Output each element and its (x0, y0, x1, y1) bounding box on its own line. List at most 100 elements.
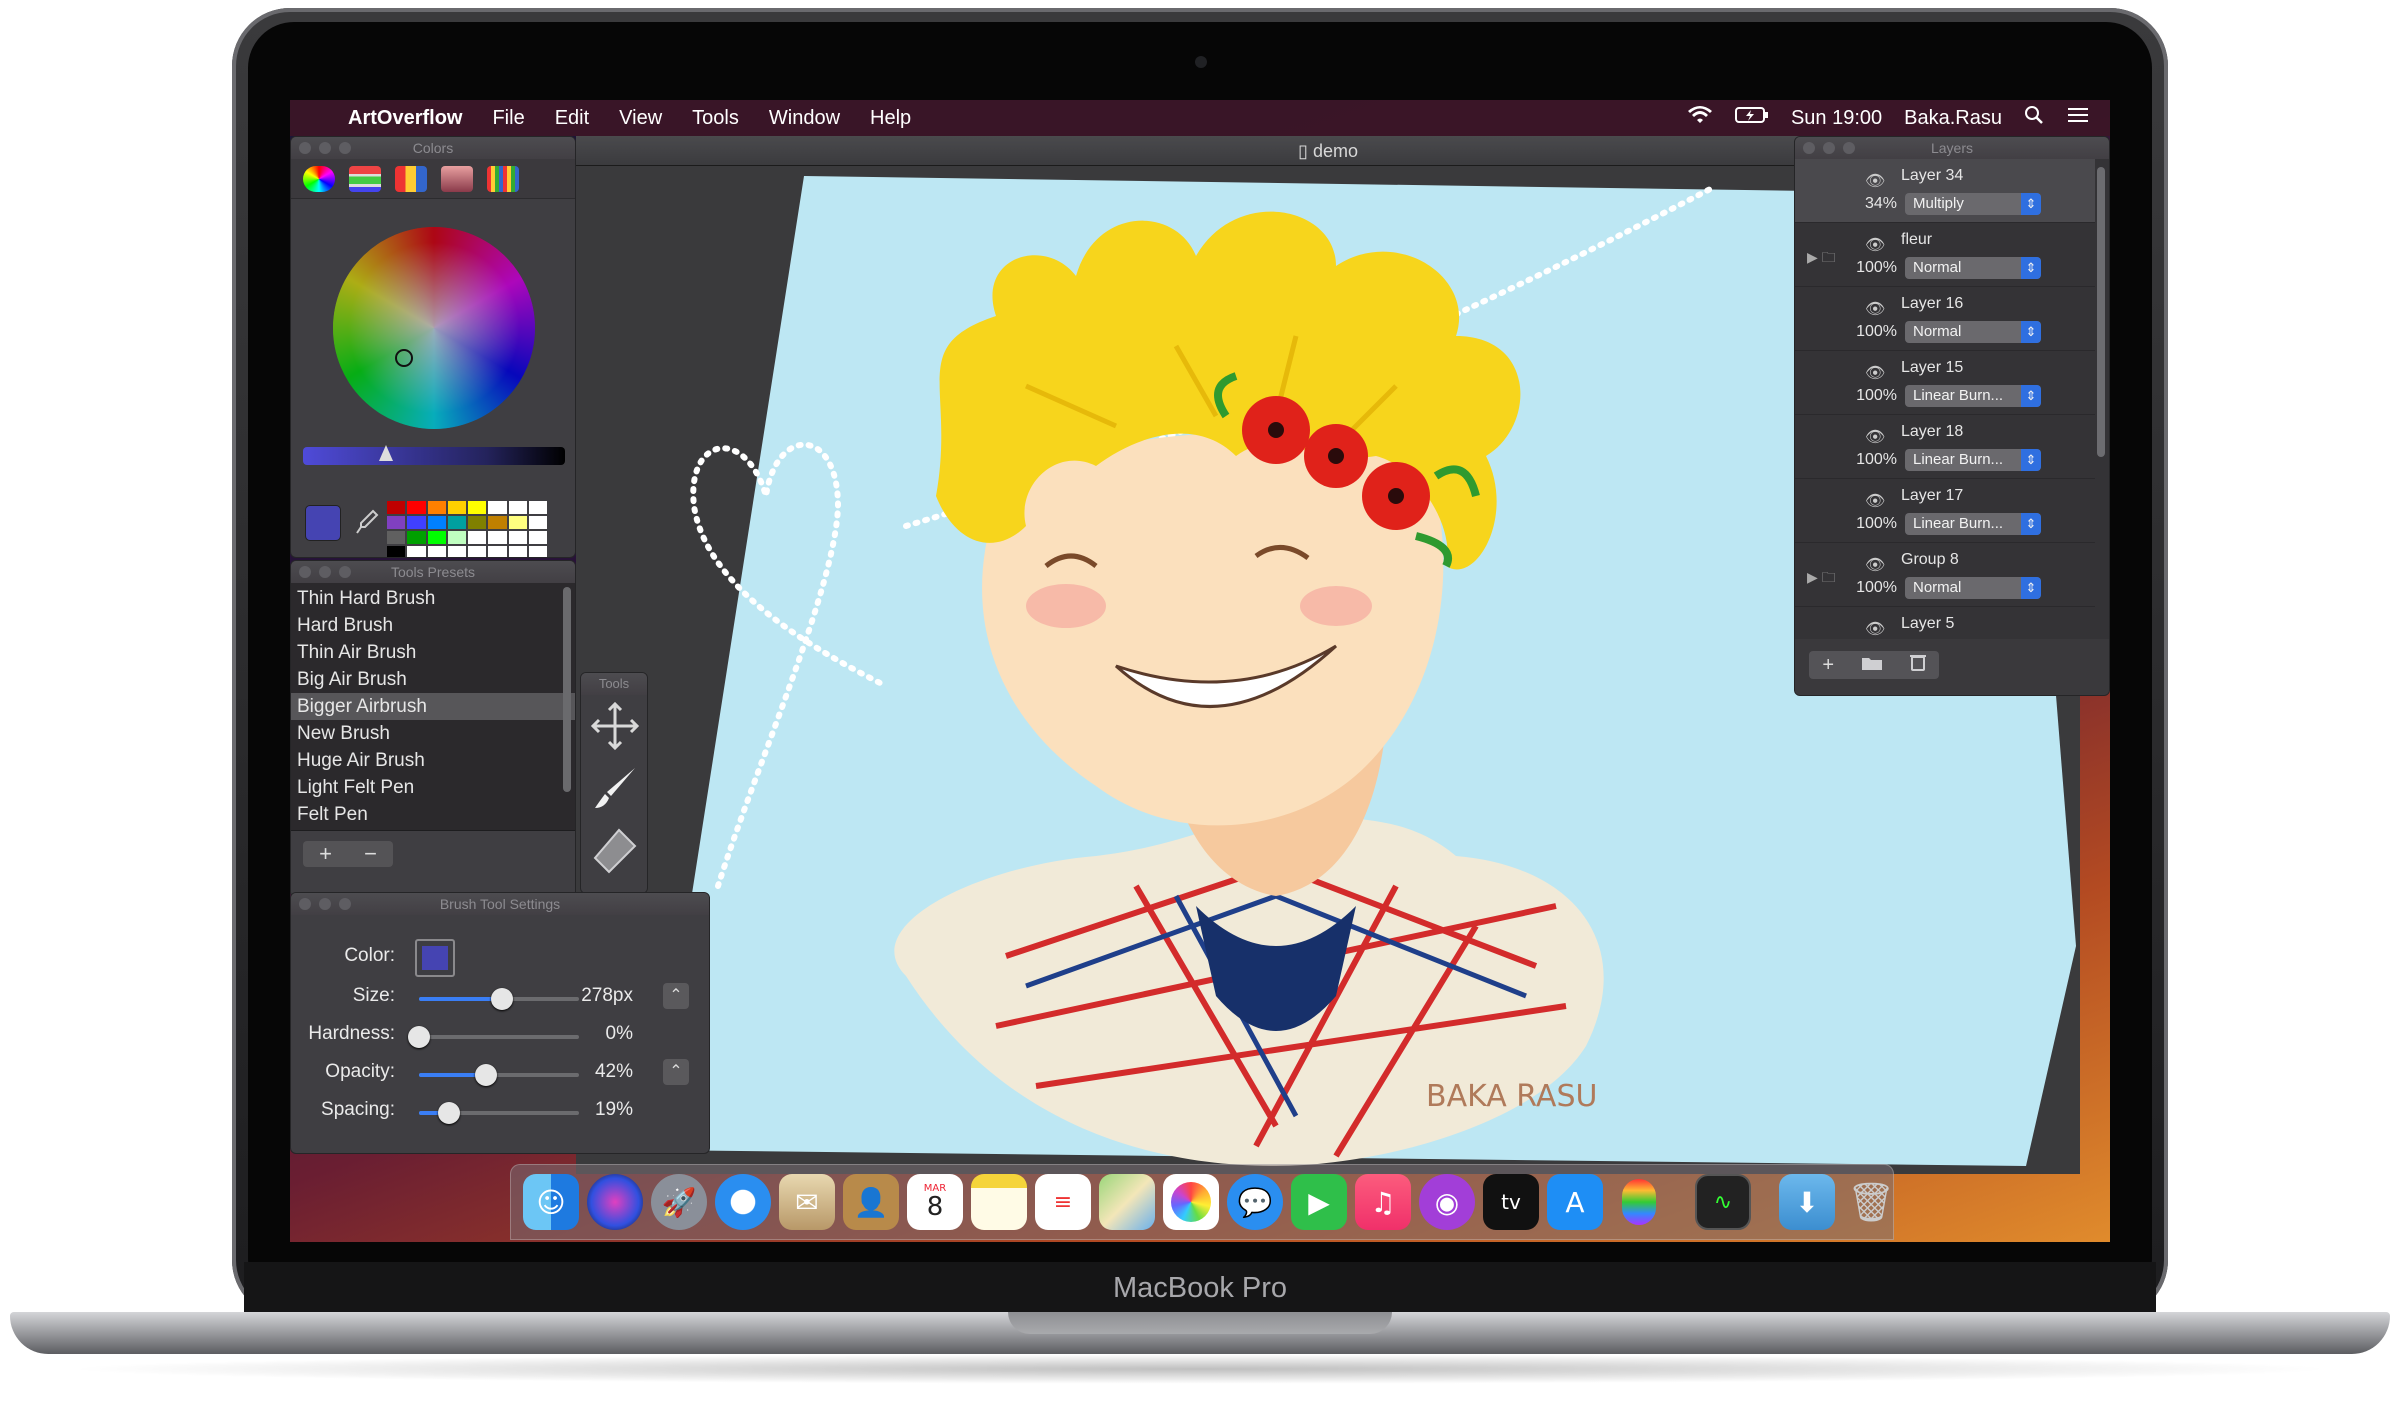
palette-swatch[interactable] (427, 546, 446, 557)
zoom-icon[interactable] (339, 566, 351, 578)
palette-swatch[interactable] (528, 546, 547, 557)
trash-icon[interactable] (1909, 653, 1926, 677)
palette-swatch[interactable] (508, 531, 527, 544)
brush-panel-header[interactable]: Brush Tool Settings (291, 893, 709, 915)
brush-settings-panel[interactable]: Brush Tool Settings Color: Size: 278px ⌃… (290, 892, 710, 1154)
visibility-eye-icon[interactable]: 👁 (1865, 491, 1885, 511)
zoom-icon[interactable] (339, 898, 351, 910)
tools-panel[interactable]: Tools (580, 672, 648, 894)
palette-swatch[interactable] (387, 546, 406, 557)
brush-tool[interactable] (581, 757, 647, 819)
presets-scrollbar[interactable] (563, 587, 571, 792)
hardness-slider-knob[interactable] (408, 1026, 430, 1048)
palette-swatch[interactable] (407, 546, 426, 557)
maps-icon[interactable] (1099, 1174, 1155, 1230)
control-center-icon[interactable] (2066, 105, 2090, 131)
close-icon[interactable] (299, 142, 311, 154)
current-color-swatch[interactable] (305, 505, 341, 541)
visibility-eye-icon[interactable]: 👁 (1865, 555, 1885, 575)
layers-scrollbar[interactable] (2097, 167, 2105, 457)
zoom-icon[interactable] (339, 142, 351, 154)
contacts-icon[interactable]: 👤 (843, 1174, 899, 1230)
downloads-folder-icon[interactable]: ⬇ (1779, 1174, 1835, 1230)
visibility-eye-icon[interactable]: 👁 (1865, 619, 1885, 639)
remove-preset-button[interactable]: − (364, 841, 377, 867)
podcasts-icon[interactable]: ◉ (1419, 1174, 1475, 1230)
visibility-eye-icon[interactable]: 👁 (1865, 299, 1885, 319)
preset-item[interactable]: New Brush (291, 720, 575, 747)
close-icon[interactable] (299, 898, 311, 910)
safari-icon[interactable]: ✦ (715, 1174, 771, 1230)
visibility-eye-icon[interactable]: 👁 (1865, 171, 1885, 191)
new-group-folder-icon[interactable] (1861, 654, 1883, 677)
eyedropper-icon[interactable] (355, 509, 379, 535)
blend-mode-select[interactable]: Normal ⇕ (1905, 321, 2041, 343)
palette-swatch[interactable] (508, 546, 527, 557)
move-tool[interactable] (581, 695, 647, 757)
menu-window[interactable]: Window (769, 107, 840, 130)
layer-row[interactable]: 👁 Layer 18 100% Linear Burn... ⇕ (1795, 415, 2095, 479)
palette-swatch[interactable] (407, 531, 426, 544)
wifi-icon[interactable] (1687, 105, 1713, 131)
close-icon[interactable] (299, 566, 311, 578)
tools-panel-header[interactable]: Tools (581, 673, 647, 695)
presets-panel-header[interactable]: Tools Presets (291, 561, 575, 583)
preset-item[interactable]: Hard Brush (291, 612, 575, 639)
tv-icon[interactable]: tv (1483, 1174, 1539, 1230)
palette-swatch[interactable] (508, 501, 527, 514)
preset-item[interactable]: Thin Hard Brush (291, 585, 575, 612)
preset-item[interactable]: Light Felt Pen (291, 774, 575, 801)
palette-swatch[interactable] (468, 531, 487, 544)
disclosure-folder-icon[interactable]: ▶ 🗀 (1807, 247, 1836, 271)
facetime-icon[interactable]: ▶ (1291, 1174, 1347, 1230)
user-name[interactable]: Baka.Rasu (1904, 107, 2002, 130)
layer-row[interactable]: 👁 Layer 34 34% Multiply ⇕ (1795, 159, 2095, 223)
color-sliders-tab-icon[interactable] (349, 165, 381, 192)
layer-row[interactable]: 👁 Layer 16 100% Normal ⇕ (1795, 287, 2095, 351)
blend-mode-select[interactable]: Normal ⇕ (1905, 577, 2041, 599)
blend-mode-select[interactable]: Linear Burn... ⇕ (1905, 385, 2041, 407)
music-icon[interactable]: ♫ (1355, 1174, 1411, 1230)
palette-swatch[interactable] (508, 516, 527, 529)
minimize-icon[interactable] (1823, 142, 1835, 154)
mail-icon[interactable]: ✉ (779, 1174, 835, 1230)
tools-presets-panel[interactable]: Tools Presets Thin Hard Brush Hard Brush… (290, 560, 576, 898)
size-stepper-up-icon[interactable]: ⌃ (663, 983, 689, 1009)
reminders-icon[interactable]: ≡ (1035, 1174, 1091, 1230)
palette-swatch[interactable] (447, 546, 466, 557)
palette-swatch[interactable] (528, 516, 547, 529)
palette-swatch[interactable] (427, 516, 446, 529)
palette-swatch[interactable] (468, 516, 487, 529)
palette-swatch[interactable] (407, 501, 426, 514)
color-palette-grid[interactable] (387, 501, 547, 557)
menu-app-name[interactable]: ArtOverflow (348, 107, 462, 130)
blend-mode-select[interactable]: Normal ⇕ (1905, 257, 2041, 279)
palette-swatch[interactable] (528, 501, 547, 514)
palette-swatch[interactable] (468, 546, 487, 557)
menu-file[interactable]: File (492, 107, 524, 130)
calendar-icon[interactable]: MAR 8 (907, 1174, 963, 1230)
disclosure-folder-icon[interactable]: ▶ 🗀 (1807, 567, 1836, 591)
preset-item[interactable]: Huge Air Brush (291, 747, 575, 774)
palette-swatch[interactable] (427, 531, 446, 544)
menu-help[interactable]: Help (870, 107, 911, 130)
menu-edit[interactable]: Edit (555, 107, 589, 130)
add-preset-button[interactable]: + (319, 841, 332, 867)
zoom-icon[interactable] (1843, 142, 1855, 154)
brightness-slider[interactable] (303, 447, 565, 465)
artoverflow-icon[interactable] (1611, 1174, 1667, 1230)
clock[interactable]: Sun 19:00 (1791, 107, 1882, 130)
app-store-icon[interactable]: A (1547, 1174, 1603, 1230)
menu-tools[interactable]: Tools (692, 107, 739, 130)
size-slider[interactable] (419, 988, 579, 1010)
add-layer-button[interactable]: + (1822, 654, 1834, 677)
palette-swatch[interactable] (488, 546, 507, 557)
palette-swatch[interactable] (447, 531, 466, 544)
image-palettes-tab-icon[interactable] (441, 165, 473, 192)
palette-swatch[interactable] (528, 531, 547, 544)
preset-item-selected[interactable]: Bigger Airbrush (291, 693, 575, 720)
blend-mode-select[interactable]: Linear Burn... ⇕ (1905, 449, 2041, 471)
opacity-slider[interactable] (419, 1064, 579, 1086)
battery-icon[interactable] (1734, 106, 1769, 130)
visibility-eye-icon[interactable]: 👁 (1865, 235, 1885, 255)
